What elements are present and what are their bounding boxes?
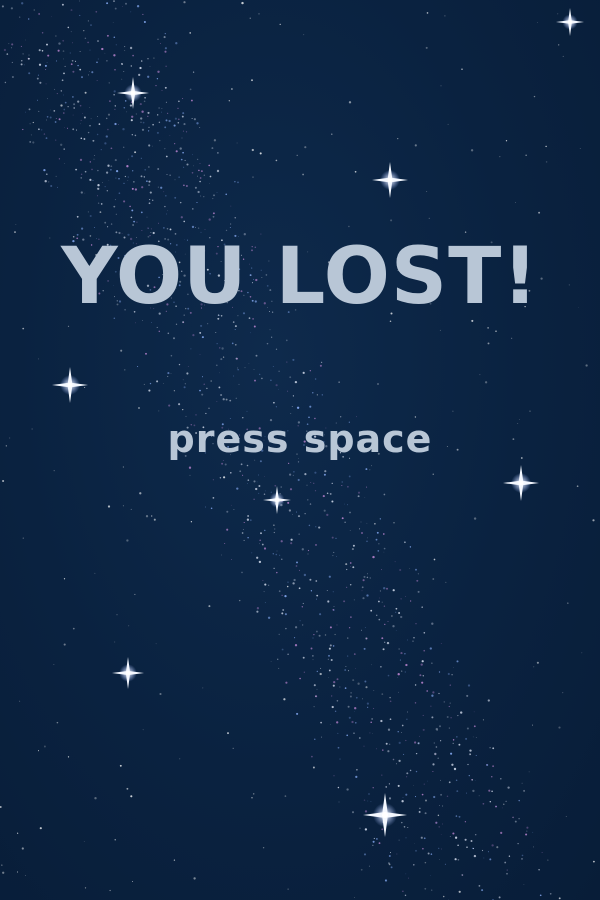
sparkle-star-icon (556, 8, 584, 36)
game-over-screen[interactable]: YOU LOST! press space (0, 0, 600, 900)
sparkle-star-icon (363, 793, 407, 837)
game-over-title: YOU LOST! (61, 232, 539, 322)
sparkle-star-icon (52, 367, 88, 403)
sparkle-star-icon (117, 77, 149, 109)
sparkle-star-icon (503, 465, 539, 501)
sparkle-star-icon (263, 486, 291, 514)
sparkle-star-icon (112, 657, 144, 689)
press-space-prompt: press space (167, 417, 433, 461)
sparkle-star-icon (372, 162, 408, 198)
